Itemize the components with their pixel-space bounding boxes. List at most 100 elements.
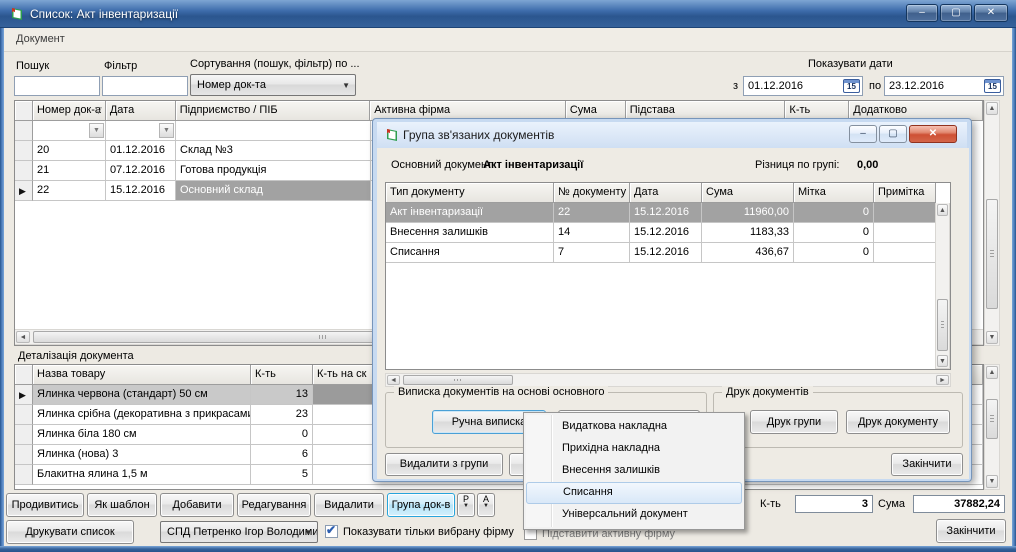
maximize-icon[interactable]: ▢ (940, 4, 972, 22)
filter-cell-company[interactable] (176, 121, 371, 141)
window-title: Список: Акт інвентаризації (30, 7, 178, 21)
dialog-title: Група зв'язаних документів (403, 128, 554, 142)
row-pointer-icon: ▶ (19, 186, 26, 196)
sort-p-button[interactable]: Р▼ (457, 493, 475, 517)
table-row[interactable]: Списання 7 15.12.2016 436,67 0 (386, 243, 950, 263)
scrollbar-thumb[interactable] (403, 375, 513, 385)
chevron-down-icon: ▼ (458, 501, 474, 511)
print-groupbox-label: Друк документів (722, 386, 813, 398)
window-border-left (0, 28, 4, 552)
date-to-field[interactable]: 23.12.2016 15 (884, 76, 1004, 96)
scroll-down-icon[interactable]: ▼ (986, 331, 998, 344)
finish-button[interactable]: Закінчити (936, 519, 1006, 543)
print-list-button[interactable]: Друкувати список (6, 520, 134, 544)
close-icon[interactable]: ✕ (909, 125, 957, 143)
detail-vscrollbar[interactable]: ▲ ▼ (984, 364, 1000, 490)
col-header-number[interactable]: № документу (554, 183, 630, 203)
menubar: Документ (4, 28, 1012, 52)
col-header-mark[interactable]: Мітка (794, 183, 874, 203)
col-header-company[interactable]: Підприємство / ПІБ (176, 101, 371, 121)
sort-a-button[interactable]: А▼ (477, 493, 495, 517)
dialog-titlebar[interactable]: Група зв'язаних документів – ▢ ✕ (377, 122, 967, 148)
add-button[interactable]: Добавити (160, 493, 234, 517)
col-header-date[interactable]: Дата (630, 183, 702, 203)
menu-item-spysannia[interactable]: Списання (526, 482, 742, 504)
print-group-button[interactable]: Друк групи (750, 410, 838, 434)
col-header-qty[interactable]: К-ть (251, 365, 313, 385)
filter-cell-number[interactable]: ▼ (33, 121, 106, 141)
scroll-up-icon[interactable]: ▲ (937, 204, 948, 216)
scroll-up-icon[interactable]: ▲ (986, 102, 998, 115)
scroll-down-icon[interactable]: ▼ (986, 475, 998, 488)
remove-from-group-button[interactable]: Видалити з групи (385, 453, 503, 476)
application-window: Список: Акт інвентаризації – ▢ ✕ Докумен… (0, 0, 1016, 552)
col-header-sum[interactable]: Сума (702, 183, 794, 203)
menu-item-prykhidna[interactable]: Прихідна накладна (526, 438, 742, 460)
firm-combobox[interactable]: СПД Петренко Ігор Володими ▼ (160, 521, 318, 543)
as-template-button[interactable]: Як шаблон (87, 493, 157, 517)
scroll-left-icon[interactable]: ◄ (387, 375, 400, 385)
scrollbar-thumb[interactable] (937, 299, 948, 351)
scroll-right-icon[interactable]: ► (936, 375, 949, 385)
dialog-grid-vscrollbar[interactable]: ▲ ▼ (935, 203, 950, 369)
group-docs-button[interactable]: Група док-в (387, 493, 455, 517)
documents-vscrollbar[interactable]: ▲ ▼ (984, 100, 1000, 346)
dialog-finish-button[interactable]: Закінчити (891, 453, 963, 476)
col-header-date[interactable]: Дата (106, 101, 176, 121)
chevron-down-icon: ▼ (478, 501, 494, 511)
date-to-label: по (869, 80, 881, 92)
filter-input[interactable] (102, 76, 188, 96)
close-icon[interactable]: ✕ (974, 4, 1008, 22)
qty-total-field: 3 (795, 495, 873, 513)
chevron-down-icon: ▼ (304, 528, 312, 537)
sum-total-label: Сума (878, 498, 905, 510)
menu-item-vydatkova[interactable]: Видаткова накладна (526, 416, 742, 438)
menu-document[interactable]: Документ (16, 33, 65, 45)
scrollbar-thumb[interactable] (986, 399, 998, 439)
col-header-number[interactable]: Номер док-а▽ (33, 101, 106, 121)
dialog-icon (384, 127, 400, 143)
menu-item-universalnyi[interactable]: Універсальний документ (526, 504, 742, 526)
extract-groupbox-label: Виписка документів на основі основного (394, 386, 608, 398)
search-input[interactable] (14, 76, 100, 96)
chevron-down-icon: ▼ (342, 81, 350, 90)
chevron-down-icon[interactable]: ▼ (89, 123, 104, 138)
scroll-up-icon[interactable]: ▲ (986, 366, 998, 379)
check-icon: ✔ (326, 523, 336, 537)
calendar-icon[interactable]: 15 (843, 79, 860, 93)
search-label: Пошук (16, 60, 49, 72)
row-pointer-icon: ▶ (19, 390, 26, 400)
sort-icon: ▽ (95, 105, 102, 116)
print-groupbox: Друк документів Друк групи Друк документ… (713, 392, 963, 448)
col-header-note[interactable]: Примітка (874, 183, 936, 203)
filter-cell-date[interactable]: ▼ (106, 121, 176, 141)
date-from-field[interactable]: 01.12.2016 15 (743, 76, 863, 96)
view-button[interactable]: Продивитись (6, 493, 84, 517)
menu-item-vnesennia[interactable]: Внесення залишків (526, 460, 742, 482)
qty-total-label: К-ть (760, 498, 781, 510)
scroll-left-icon[interactable]: ◄ (16, 331, 30, 343)
sum-total-field: 37882,24 (913, 495, 1005, 513)
edit-button[interactable]: Редагування (237, 493, 311, 517)
print-document-button[interactable]: Друк документу (846, 410, 950, 434)
window-border-bottom (0, 546, 1016, 552)
table-row[interactable]: Внесення залишків 14 15.12.2016 1183,33 … (386, 223, 950, 243)
show-firm-only-label: Показувати тільки вибрану фірму (343, 526, 514, 538)
dialog-grid-hscrollbar[interactable]: ◄ ► (385, 373, 951, 387)
sort-combobox[interactable]: Номер док-та ▼ (190, 74, 356, 96)
chevron-down-icon[interactable]: ▼ (159, 123, 174, 138)
main-titlebar[interactable]: Список: Акт інвентаризації – ▢ ✕ (0, 0, 1016, 28)
maximize-icon[interactable]: ▢ (879, 125, 907, 143)
col-header-product[interactable]: Назва товару (33, 365, 251, 385)
calendar-icon[interactable]: 15 (984, 79, 1001, 93)
date-from-label: з (733, 80, 738, 92)
scroll-down-icon[interactable]: ▼ (937, 355, 948, 367)
table-row-selected[interactable]: Акт інвентаризації 22 15.12.2016 11960,0… (386, 203, 950, 223)
minimize-icon[interactable]: – (849, 125, 877, 143)
delete-button[interactable]: Видалити (314, 493, 384, 517)
show-firm-only-checkbox[interactable]: ✔ (325, 525, 338, 538)
sort-label: Сортування (пошук, фільтр) по ... (190, 58, 360, 70)
scrollbar-thumb[interactable] (986, 199, 998, 309)
minimize-icon[interactable]: – (906, 4, 938, 22)
col-header-type[interactable]: Тип документу (386, 183, 554, 203)
